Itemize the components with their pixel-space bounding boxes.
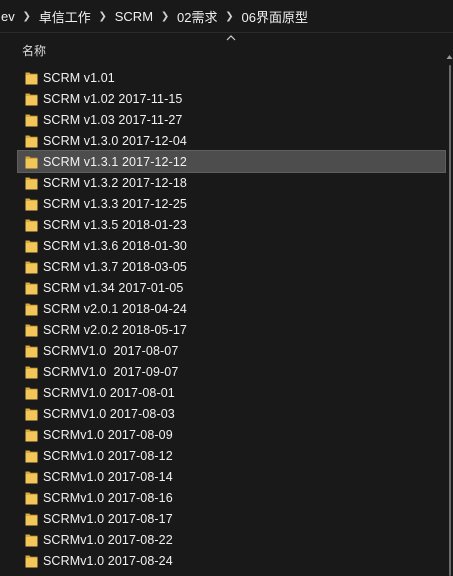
file-list: SCRM v1.01 SCRM v1.02 2017-11-15 SCRM v1.0… — [0, 67, 446, 571]
folder-name: SCRM v2.0.2 2018-05-17 — [43, 322, 187, 337]
folder-icon — [25, 471, 38, 483]
folder-icon — [25, 177, 38, 189]
folder-row[interactable]: SCRM v1.03 2017-11-27 — [18, 109, 445, 130]
folder-row[interactable]: SCRM v1.3.5 2018-01-23 — [18, 214, 445, 235]
folder-icon — [25, 450, 38, 462]
column-header-name[interactable]: 名称 — [22, 42, 46, 59]
folder-name: SCRM v1.3.3 2017-12-25 — [43, 196, 187, 211]
folder-row[interactable]: SCRMV1.0 2017-08-07 — [18, 340, 445, 361]
folder-icon — [25, 513, 38, 525]
folder-row[interactable]: SCRMv1.0 2017-08-16 — [18, 487, 445, 508]
folder-row[interactable]: SCRMV1.0 2017-09-07 — [18, 361, 445, 382]
folder-name: SCRMv1.0 2017-08-12 — [43, 448, 173, 463]
folder-name: SCRMV1.0 2017-09-07 — [43, 364, 179, 379]
folder-row[interactable]: SCRM v1.02 2017-11-15 — [18, 88, 445, 109]
folder-name: SCRM v1.3.6 2018-01-30 — [43, 238, 187, 253]
folder-name: SCRMv1.0 2017-08-24 — [43, 553, 173, 568]
folder-icon — [25, 114, 38, 126]
folder-row[interactable]: SCRM v1.3.6 2018-01-30 — [18, 235, 445, 256]
folder-name: SCRM v1.34 2017-01-05 — [43, 280, 184, 295]
chevron-right-icon[interactable]: ❯ — [93, 11, 113, 22]
breadcrumb-item[interactable]: SCRM — [113, 9, 155, 24]
folder-icon — [25, 408, 38, 420]
folder-icon — [25, 93, 38, 105]
file-explorer-window: ev ❯ 卓信工作 ❯ SCRM ❯ 02需求 ❯ 06界面原型 名称 SCRM… — [0, 0, 453, 576]
breadcrumb-item-current[interactable]: 06界面原型 — [240, 7, 310, 26]
folder-row[interactable]: SCRM v1.3.2 2017-12-18 — [18, 172, 445, 193]
folder-row[interactable]: SCRMv1.0 2017-08-12 — [18, 445, 445, 466]
folder-name: SCRM v2.0.1 2018-04-24 — [43, 301, 187, 316]
folder-icon — [25, 387, 38, 399]
folder-row[interactable]: SCRMv1.0 2017-08-24 — [18, 550, 445, 571]
folder-name: SCRMv1.0 2017-08-22 — [43, 532, 173, 547]
folder-icon — [25, 534, 38, 546]
folder-name: SCRM v1.3.5 2018-01-23 — [43, 217, 187, 232]
vertical-scrollbar[interactable] — [446, 33, 453, 576]
folder-row[interactable]: SCRMv1.0 2017-08-14 — [18, 466, 445, 487]
folder-name: SCRM v1.01 — [43, 70, 115, 85]
folder-row[interactable]: SCRM v1.3.3 2017-12-25 — [18, 193, 445, 214]
folder-name: SCRM v1.3.0 2017-12-04 — [43, 133, 187, 148]
folder-icon — [25, 492, 38, 504]
folder-name: SCRMv1.0 2017-08-17 — [43, 511, 173, 526]
scroll-up-arrow-icon[interactable] — [446, 53, 453, 61]
breadcrumb-item[interactable]: ev — [0, 9, 17, 24]
folder-icon — [25, 555, 38, 567]
folder-row[interactable]: SCRM v1.01 — [18, 67, 445, 88]
folder-name: SCRMV1.0 2017-08-03 — [43, 406, 175, 421]
folder-row[interactable]: SCRM v1.3.0 2017-12-04 — [18, 130, 445, 151]
folder-icon — [25, 219, 38, 231]
folder-row[interactable]: SCRMv1.0 2017-08-22 — [18, 529, 445, 550]
folder-icon — [25, 261, 38, 273]
folder-row[interactable]: SCRMV1.0 2017-08-03 — [18, 403, 445, 424]
folder-icon — [25, 282, 38, 294]
folder-row[interactable]: SCRMv1.0 2017-08-09 — [18, 424, 445, 445]
folder-row[interactable]: SCRMv1.0 2017-08-17 — [18, 508, 445, 529]
breadcrumb-item[interactable]: 02需求 — [175, 7, 219, 26]
folder-row[interactable]: SCRM v2.0.2 2018-05-17 — [18, 319, 445, 340]
folder-icon — [25, 72, 38, 84]
folder-icon — [25, 156, 38, 168]
folder-name: SCRM v1.03 2017-11-27 — [43, 112, 183, 127]
folder-icon — [25, 303, 38, 315]
folder-row[interactable]: SCRM v1.3.7 2018-03-05 — [18, 256, 445, 277]
chevron-right-icon[interactable]: ❯ — [220, 11, 240, 22]
breadcrumb: ev ❯ 卓信工作 ❯ SCRM ❯ 02需求 ❯ 06界面原型 — [0, 0, 453, 33]
folder-name: SCRMv1.0 2017-08-09 — [43, 427, 173, 442]
folder-row[interactable]: SCRM v2.0.1 2018-04-24 — [18, 298, 445, 319]
chevron-right-icon[interactable]: ❯ — [155, 11, 175, 22]
folder-name: SCRM v1.3.1 2017-12-12 — [43, 154, 187, 169]
folder-icon — [25, 366, 38, 378]
folder-name: SCRMV1.0 2017-08-01 — [43, 385, 175, 400]
chevron-up-icon[interactable] — [225, 33, 237, 43]
folder-icon — [25, 240, 38, 252]
folder-name: SCRMv1.0 2017-08-14 — [43, 469, 173, 484]
scrollbar-thumb[interactable] — [449, 65, 451, 576]
folder-icon — [25, 324, 38, 336]
breadcrumb-item[interactable]: 卓信工作 — [37, 7, 93, 26]
folder-name: SCRM v1.3.7 2018-03-05 — [43, 259, 187, 274]
folder-icon — [25, 198, 38, 210]
folder-row[interactable]: SCRMV1.0 2017-08-01 — [18, 382, 445, 403]
folder-icon — [25, 429, 38, 441]
chevron-right-icon[interactable]: ❯ — [17, 11, 37, 22]
folder-name: SCRM v1.02 2017-11-15 — [43, 91, 183, 106]
folder-icon — [25, 345, 38, 357]
folder-icon — [25, 135, 38, 147]
folder-name: SCRM v1.3.2 2017-12-18 — [43, 175, 187, 190]
folder-name: SCRMV1.0 2017-08-07 — [43, 343, 179, 358]
column-header-row: 名称 — [0, 33, 447, 65]
folder-row[interactable]: SCRM v1.34 2017-01-05 — [18, 277, 445, 298]
folder-row-selected[interactable]: SCRM v1.3.1 2017-12-12 — [17, 150, 446, 173]
folder-name: SCRMv1.0 2017-08-16 — [43, 490, 173, 505]
